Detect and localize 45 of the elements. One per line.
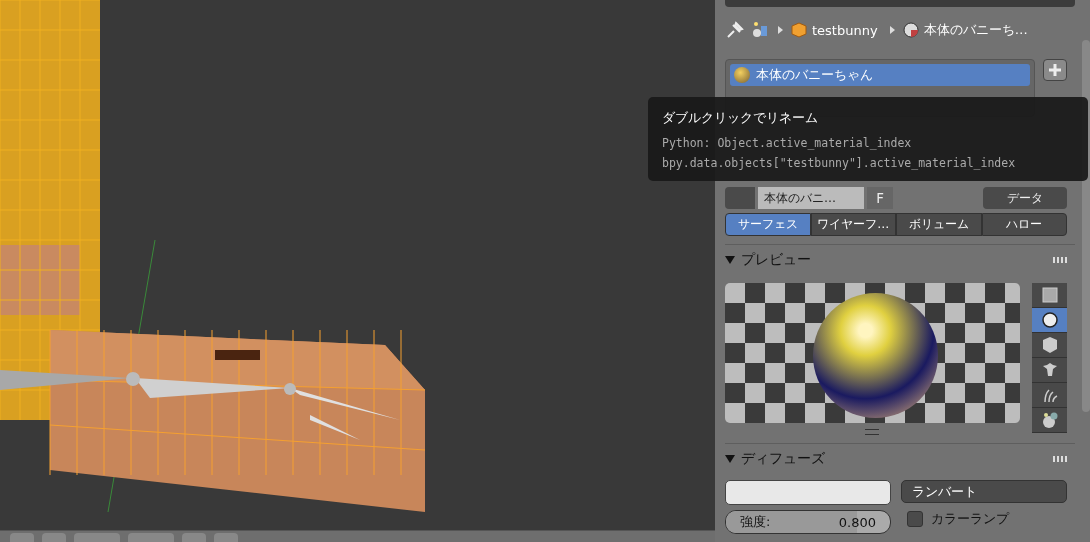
material-slot[interactable]: 本体のバニーちゃん (730, 64, 1030, 86)
drag-handle-icon[interactable] (1053, 257, 1067, 263)
shading-tab[interactable]: サーフェス (725, 213, 811, 236)
slider-value: 0.800 (838, 514, 876, 530)
square-icon (1040, 286, 1059, 304)
sphere-with-clouds-icon (1040, 411, 1059, 429)
object-name: testbunny (812, 22, 878, 38)
preview-shape-button[interactable] (1032, 408, 1067, 433)
preview-shape-button[interactable] (1032, 308, 1067, 333)
preview-shape-button[interactable] (1032, 333, 1067, 358)
add-slot-button[interactable] (1043, 59, 1067, 81)
panel-title[interactable]: ディフューズ (741, 450, 1047, 468)
cube-icon (791, 22, 807, 38)
shading-tab[interactable]: ボリューム (896, 213, 982, 236)
plus-icon (1048, 63, 1062, 77)
collapse-arrow-icon[interactable] (725, 455, 735, 463)
checkbox[interactable] (907, 511, 923, 527)
material-sphere-icon (902, 22, 919, 38)
shading-tab[interactable]: ハロー (981, 213, 1067, 236)
preview-shape-button[interactable] (1032, 358, 1067, 383)
scene-icon (750, 20, 770, 40)
checkbox-label[interactable]: カラーランプ (931, 510, 1009, 528)
tooltip-python-line: bpy.data.objects["testbunny"].active_material_index (662, 155, 1017, 172)
intensity-slider[interactable]: 強度: 0.800 (725, 510, 891, 534)
tooltip-title: ダブルクリックでリネーム (662, 109, 819, 127)
material-name-field[interactable]: 本体のバニ… (758, 187, 864, 209)
link-dropdown[interactable]: データ (983, 187, 1067, 209)
slider-label: 強度: (740, 513, 771, 531)
color-field[interactable] (725, 480, 891, 505)
cube-icon (1040, 336, 1059, 354)
preview-shape-button[interactable] (1032, 283, 1067, 308)
breadcrumb-arrow-icon (889, 26, 895, 34)
pin-icon[interactable] (725, 20, 745, 40)
resize-handle-icon[interactable] (865, 429, 879, 435)
sphere-icon (1040, 311, 1059, 329)
shading-tab[interactable]: ワイヤーフ… (810, 213, 896, 236)
tooltip-python-line: Python: Object.active_material_index (662, 135, 913, 152)
fake-user-button[interactable]: F (867, 187, 893, 209)
preview-shape-button[interactable] (1032, 383, 1067, 408)
drag-handle-icon[interactable] (1053, 456, 1067, 462)
shader-dropdown[interactable]: ランバート (901, 480, 1067, 503)
material-name: 本体のバニーち… (923, 21, 1028, 39)
breadcrumb-arrow-icon (778, 26, 783, 34)
collapse-arrow-icon[interactable] (725, 256, 735, 264)
panel-title[interactable]: プレビュー (741, 251, 1047, 269)
